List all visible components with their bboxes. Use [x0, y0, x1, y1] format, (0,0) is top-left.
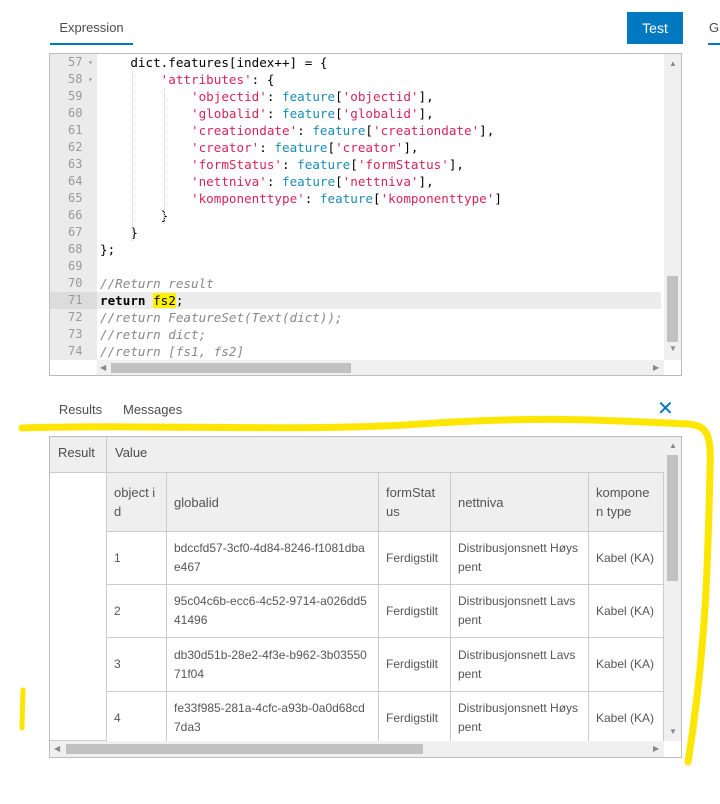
table-horizontal-scrollbar[interactable]: ◀ ▶ [50, 741, 664, 757]
line-number: 61 [68, 123, 83, 137]
table-cell: Distribusjonsnett Lavspent [451, 585, 589, 638]
table-cell: Ferdigstilt [379, 585, 451, 638]
code-line[interactable]: 'creator': feature['creator'], [100, 139, 664, 156]
scroll-up-icon[interactable]: ▲ [669, 441, 677, 450]
code-line[interactable]: }; [100, 241, 664, 258]
code-line[interactable]: 'komponenttype': feature['komponenttype'… [100, 190, 664, 207]
line-gutter: 575859 60 61 62 63 64 65 66 67 68 69 70 7172 73 74 [50, 54, 97, 360]
line-number: 71 [50, 292, 97, 309]
scroll-left-icon[interactable]: ◀ [100, 363, 106, 372]
line-number: 74 [68, 344, 83, 358]
code-line[interactable]: } [100, 207, 664, 224]
column-header: object id [107, 473, 167, 532]
close-icon[interactable]: ✕ [657, 396, 674, 421]
table-cell: Kabel (KA) [589, 585, 664, 638]
line-number: 65 [68, 191, 83, 205]
line-number: 64 [68, 174, 83, 188]
line-number: 69 [68, 259, 83, 273]
code-line[interactable]: //return FeatureSet(Text(dict)); [100, 309, 664, 326]
results-table: Result Value object id globalid formStat u… [49, 436, 682, 758]
test-button[interactable]: Test [627, 12, 683, 44]
table-cell: Distribusjonsnett Høyspent [451, 692, 589, 745]
scroll-thumb[interactable] [66, 744, 423, 754]
header-value: Value [107, 437, 664, 473]
line-number: 67 [68, 225, 83, 239]
line-number: 57 [50, 54, 97, 71]
table-cell: Distribusjonsnett Lavspent [451, 638, 589, 692]
scroll-right-icon[interactable]: ▶ [653, 744, 659, 753]
scroll-up-icon[interactable]: ▲ [669, 59, 677, 68]
line-number: 60 [68, 106, 83, 120]
scroll-right-icon[interactable]: ▶ [653, 363, 659, 372]
scroll-thumb[interactable] [667, 455, 678, 581]
tab-messages[interactable]: Messages [123, 400, 182, 420]
table-cell: 95c04c6b-ecc6-4c52-9714-a026dd541496 [167, 585, 379, 638]
table-cell: Kabel (KA) [589, 532, 664, 585]
table-cell: Ferdigstilt [379, 638, 451, 692]
table-cell: fe33f985-281a-4cfc-a93b-0a0d68cd7da3 [167, 692, 379, 745]
indent-guide [132, 71, 133, 241]
table-cell: 2 [107, 585, 167, 638]
table-vertical-scrollbar[interactable]: ▲ ▼ [664, 437, 681, 741]
line-number: 70 [68, 276, 83, 290]
code-line[interactable] [100, 258, 664, 275]
code-line[interactable]: //Return result [100, 275, 664, 292]
code-line[interactable]: 'formStatus': feature['formStatus'], [100, 156, 664, 173]
tab-expression[interactable]: Expression [50, 14, 133, 45]
scroll-down-icon[interactable]: ▼ [669, 344, 677, 353]
result-cell [50, 473, 107, 741]
tab-next[interactable]: G [708, 14, 720, 45]
line-number: 59 [68, 89, 83, 103]
line-number: 73 [68, 327, 83, 341]
scroll-down-icon[interactable]: ▼ [669, 727, 677, 736]
table-cell: 3 [107, 638, 167, 692]
editor-horizontal-scrollbar[interactable]: ◀ ▶ [97, 360, 664, 375]
line-number: 68 [68, 242, 83, 256]
indent-guide [164, 88, 165, 224]
code-line[interactable]: return fs2; [97, 292, 661, 309]
table-cell: Kabel (KA) [589, 692, 664, 745]
code-line[interactable]: 'attributes': { [100, 71, 664, 88]
code-line[interactable]: 'objectid': feature['objectid'], [100, 88, 664, 105]
table-cell: 1 [107, 532, 167, 585]
line-number: 63 [68, 157, 83, 171]
table-cell: 4 [107, 692, 167, 745]
column-header: globalid [167, 473, 379, 532]
header-result: Result [50, 437, 107, 473]
column-header: formStat us [379, 473, 451, 532]
code-line[interactable]: //return dict; [100, 326, 664, 343]
line-number: 66 [68, 208, 83, 222]
line-number: 72 [68, 310, 83, 324]
table-cell: db30d51b-28e2-4f3e-b962-3b0355071f04 [167, 638, 379, 692]
code-line[interactable]: //return [fs1, fs2] [100, 343, 664, 360]
line-number: 62 [68, 140, 83, 154]
code-line[interactable]: 'creationdate': feature['creationdate'], [100, 122, 664, 139]
scroll-left-icon[interactable]: ◀ [54, 744, 60, 753]
table-cell: bdccfd57-3cf0-4d84-8246-f1081dbae467 [167, 532, 379, 585]
column-header: komponen type [589, 473, 664, 532]
editor-vertical-scrollbar[interactable]: ▲ ▼ [664, 54, 681, 360]
scroll-thumb[interactable] [667, 276, 678, 342]
code-editor[interactable]: 575859 60 61 62 63 64 65 66 67 68 69 70 7172 73 74 dic… [49, 53, 682, 376]
tab-results[interactable]: Results [50, 400, 111, 426]
line-number: 58 [50, 71, 97, 88]
table-cell: Kabel (KA) [589, 638, 664, 692]
scroll-thumb[interactable] [111, 363, 351, 373]
table-cell: Ferdigstilt [379, 532, 451, 585]
column-header: nettniva [451, 473, 589, 532]
code-line[interactable]: dict.features[index++] = { [100, 54, 664, 71]
code-line[interactable]: 'nettniva': feature['nettniva'], [100, 173, 664, 190]
code-line[interactable]: 'globalid': feature['globalid'], [100, 105, 664, 122]
code-line[interactable]: } [100, 224, 664, 241]
table-cell: Distribusjonsnett Høyspent [451, 532, 589, 585]
table-cell: Ferdigstilt [379, 692, 451, 745]
